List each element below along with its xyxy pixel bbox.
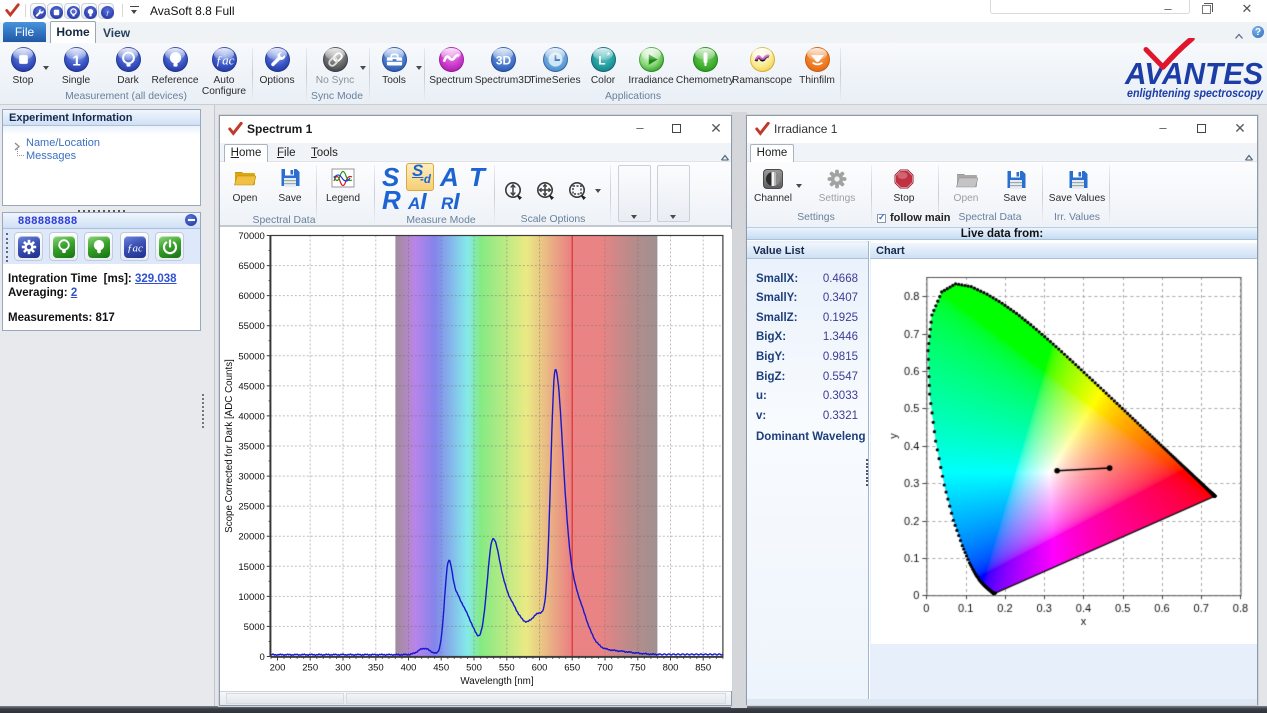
svg-text:60000: 60000 bbox=[238, 291, 264, 302]
svg-text:20000: 20000 bbox=[238, 532, 264, 543]
svg-text:200: 200 bbox=[270, 663, 286, 674]
svg-text:650: 650 bbox=[564, 663, 580, 674]
svg-text:35000: 35000 bbox=[238, 442, 264, 453]
svg-text:ƒac: ƒac bbox=[127, 242, 143, 254]
svg-text:25000: 25000 bbox=[238, 502, 264, 513]
svg-text:40000: 40000 bbox=[238, 411, 264, 422]
svg-text:65000: 65000 bbox=[238, 261, 264, 272]
svg-text:50000: 50000 bbox=[238, 351, 264, 362]
svg-text:450: 450 bbox=[433, 663, 449, 674]
svg-text:250: 250 bbox=[302, 663, 318, 674]
svg-text:70000: 70000 bbox=[238, 231, 264, 242]
svg-text:15000: 15000 bbox=[238, 562, 264, 573]
svg-text:500: 500 bbox=[466, 663, 482, 674]
svg-text:350: 350 bbox=[368, 663, 384, 674]
svg-text:5000: 5000 bbox=[244, 622, 265, 633]
svg-text:750: 750 bbox=[630, 663, 646, 674]
svg-text:30000: 30000 bbox=[238, 472, 264, 483]
svg-text:ƒ: ƒ bbox=[105, 10, 109, 17]
svg-text:300: 300 bbox=[335, 663, 351, 674]
svg-text:45000: 45000 bbox=[238, 381, 264, 392]
svg-text:800: 800 bbox=[663, 663, 679, 674]
svg-text:400: 400 bbox=[401, 663, 417, 674]
svg-text:850: 850 bbox=[695, 663, 711, 674]
svg-text:700: 700 bbox=[597, 663, 613, 674]
svg-text:Scope Corrected for Dark [ADC: Scope Corrected for Dark [ADC Counts] bbox=[224, 359, 235, 533]
svg-text:550: 550 bbox=[499, 663, 515, 674]
svg-text:10000: 10000 bbox=[238, 592, 264, 603]
svg-text:enlightening spectroscopy: enlightening spectroscopy bbox=[1127, 88, 1264, 100]
svg-text:600: 600 bbox=[532, 663, 548, 674]
svg-text:AVANTES: AVANTES bbox=[1124, 56, 1263, 91]
svg-text:55000: 55000 bbox=[238, 321, 264, 332]
svg-text:Wavelength [nm]: Wavelength [nm] bbox=[460, 676, 533, 687]
svg-text:0: 0 bbox=[260, 652, 265, 663]
